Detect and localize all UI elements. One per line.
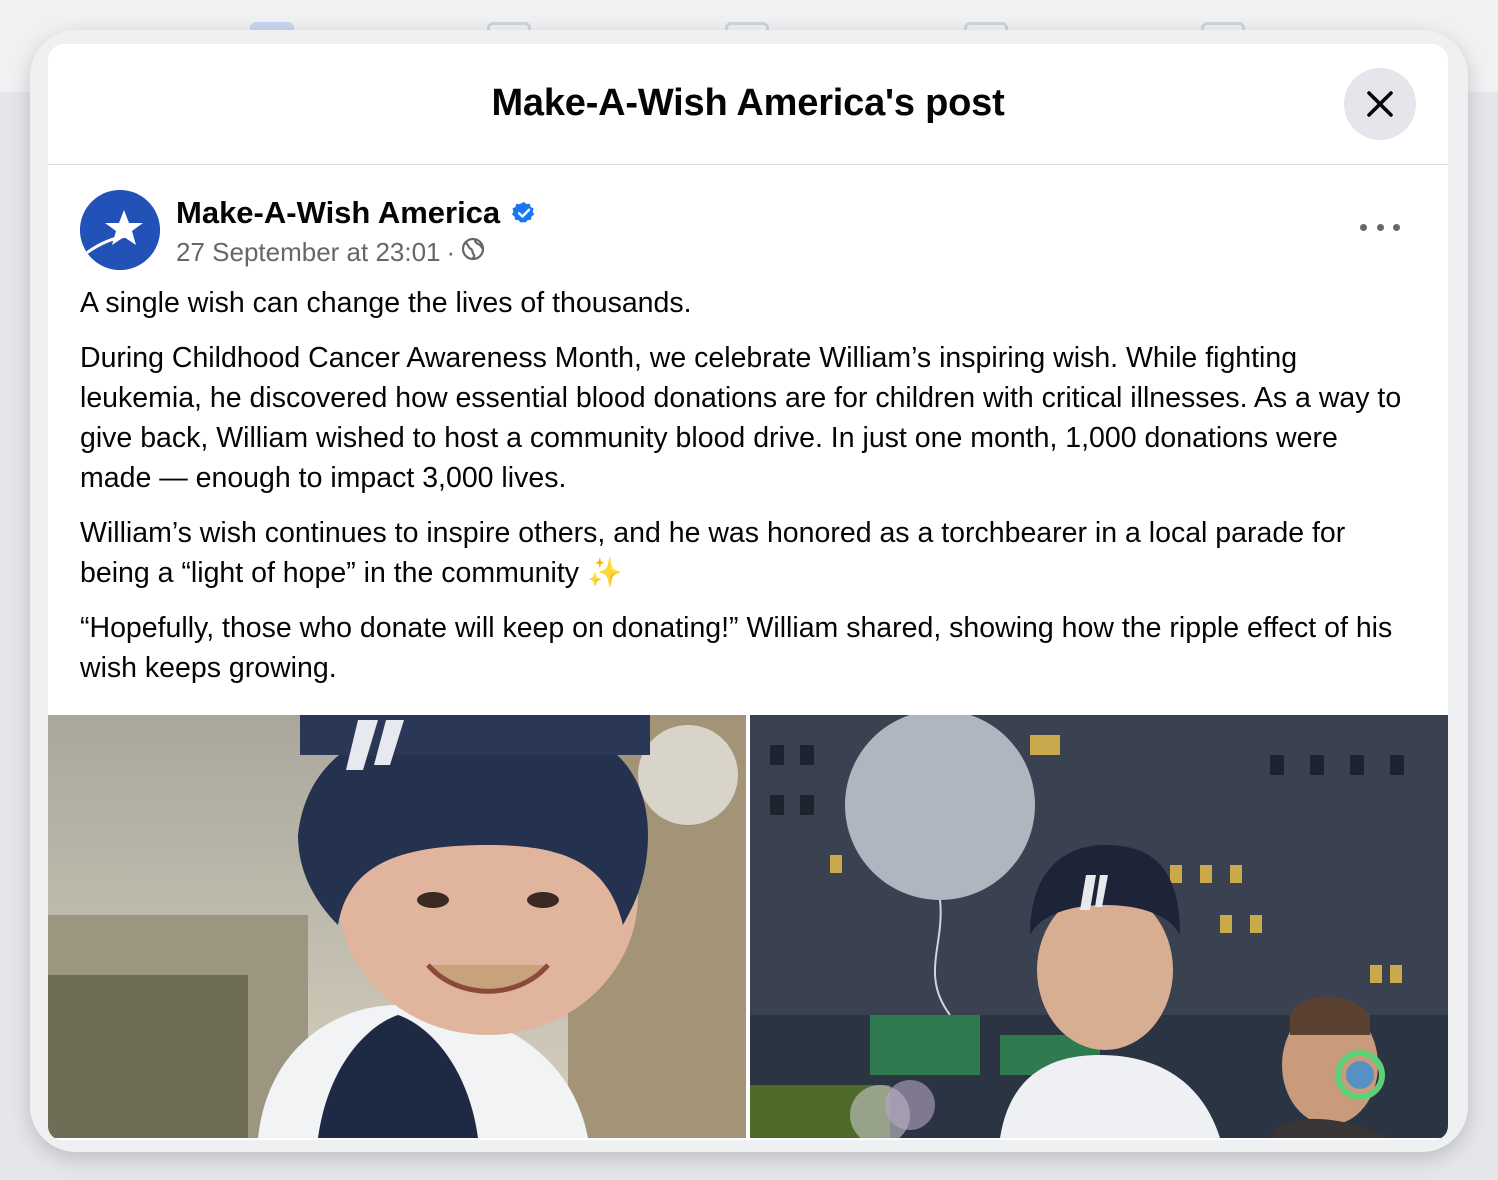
post-meta: 27 September at 23:01 · <box>176 237 485 268</box>
post-dialog: Make-A-Wish America's post Make-A-Wish A… <box>48 44 1448 1140</box>
dialog-header: Make-A-Wish America's post <box>48 44 1448 165</box>
photo-grid <box>48 715 1448 1138</box>
verified-badge-icon <box>512 201 536 225</box>
author-name-text[interactable]: Make-A-Wish America <box>176 195 500 231</box>
more-options-button[interactable] <box>1360 217 1400 237</box>
meta-separator: · <box>446 237 456 267</box>
close-icon <box>1367 91 1393 117</box>
post-paragraph: During Childhood Cancer Awareness Month,… <box>80 342 1402 494</box>
post-text: A single wish can change the lives of th… <box>48 279 1448 688</box>
more-options-icon <box>1360 223 1367 231</box>
post-paragraph: “Hopefully, those who donate will keep o… <box>80 612 1393 684</box>
post-timestamp[interactable]: 27 September at 23:01 <box>176 237 441 268</box>
post-paragraph: William’s wish continues to inspire othe… <box>80 517 1346 589</box>
photo-william-closeup[interactable] <box>48 715 746 1138</box>
globe-icon[interactable] <box>461 237 485 268</box>
post-header: Make-A-Wish America 27 September at 23:0… <box>48 165 1448 279</box>
dialog-title: Make-A-Wish America's post <box>491 82 1005 124</box>
avatar[interactable] <box>80 190 160 270</box>
photo-william-parade[interactable] <box>750 715 1448 1138</box>
post-paragraph: A single wish can change the lives of th… <box>80 287 692 319</box>
author-name[interactable]: Make-A-Wish America <box>176 195 536 231</box>
make-a-wish-logo-icon <box>80 190 160 270</box>
close-button[interactable] <box>1344 68 1416 140</box>
